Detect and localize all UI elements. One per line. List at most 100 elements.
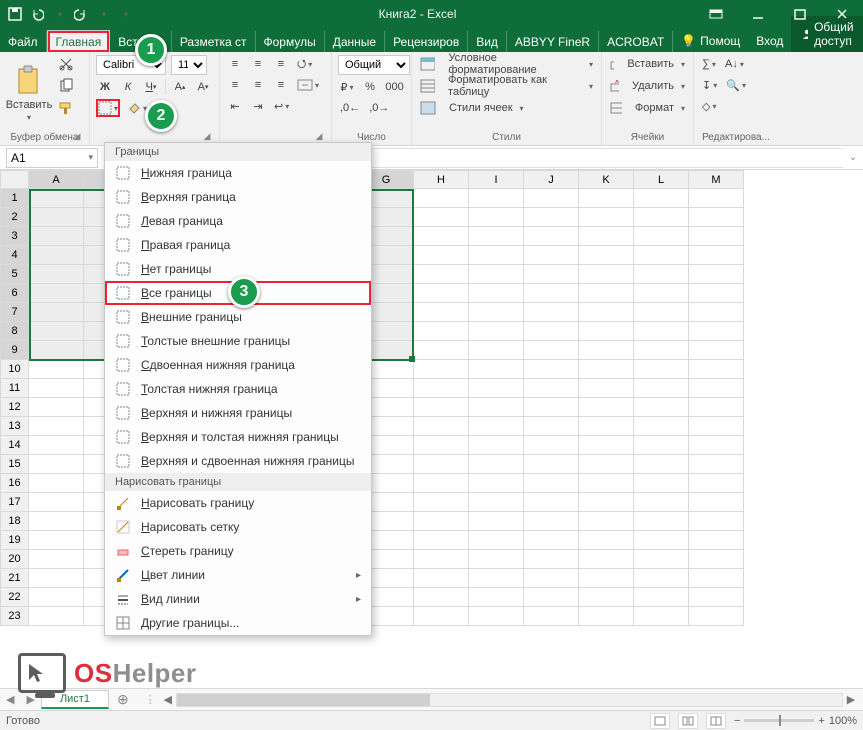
cell[interactable] xyxy=(414,341,469,360)
row-header[interactable]: 23 xyxy=(1,607,29,626)
cell[interactable] xyxy=(469,417,524,436)
menu-item[interactable]: Цвет линии▸ xyxy=(105,563,371,587)
cell[interactable] xyxy=(29,588,84,607)
align-right-icon[interactable]: ≡ xyxy=(272,76,290,94)
cell-styles-button[interactable]: Стили ячеек xyxy=(418,99,595,117)
cell[interactable] xyxy=(524,265,579,284)
row-header[interactable]: 7 xyxy=(1,303,29,322)
number-format-combo[interactable]: Общий xyxy=(338,55,410,75)
cell[interactable] xyxy=(634,512,689,531)
bold-button[interactable]: Ж xyxy=(96,78,114,96)
fill-button[interactable]: ↧ xyxy=(700,76,719,94)
cell[interactable] xyxy=(689,436,744,455)
row-header[interactable]: 6 xyxy=(1,284,29,303)
cell[interactable] xyxy=(524,303,579,322)
clipboard-dialog-icon[interactable]: ◢ xyxy=(71,131,83,143)
cell[interactable] xyxy=(469,303,524,322)
menu-item[interactable]: Верхняя граница xyxy=(105,185,371,209)
cell[interactable] xyxy=(29,322,84,341)
cell[interactable] xyxy=(634,208,689,227)
increase-decimal-icon[interactable]: ,0← xyxy=(338,99,362,117)
cell[interactable] xyxy=(414,588,469,607)
cell[interactable] xyxy=(469,284,524,303)
cell[interactable] xyxy=(414,360,469,379)
cell[interactable] xyxy=(689,246,744,265)
cell[interactable] xyxy=(29,531,84,550)
cell[interactable] xyxy=(29,265,84,284)
indent-increase-icon[interactable]: ⇥ xyxy=(249,97,267,115)
cell[interactable] xyxy=(469,474,524,493)
format-painter-icon[interactable] xyxy=(56,99,76,117)
menu-item[interactable]: Нарисовать границу xyxy=(105,491,371,515)
cell[interactable] xyxy=(634,550,689,569)
cell[interactable] xyxy=(524,436,579,455)
row-header[interactable]: 10 xyxy=(1,360,29,379)
find-button[interactable]: 🔍 xyxy=(724,76,748,94)
cell[interactable] xyxy=(524,246,579,265)
cell[interactable] xyxy=(469,531,524,550)
menu-item[interactable]: Толстая нижняя граница xyxy=(105,377,371,401)
hscroll-track[interactable] xyxy=(176,693,843,707)
cell[interactable] xyxy=(29,607,84,626)
view-normal-icon[interactable] xyxy=(650,713,670,729)
cell[interactable] xyxy=(29,550,84,569)
menu-item[interactable]: Левая граница xyxy=(105,209,371,233)
menu-item[interactable]: Сдвоенная нижняя граница xyxy=(105,353,371,377)
conditional-formatting-button[interactable]: Условное форматирование xyxy=(418,55,595,73)
cell[interactable] xyxy=(689,360,744,379)
redo-icon[interactable] xyxy=(74,7,88,21)
cell[interactable] xyxy=(29,569,84,588)
zoom-slider[interactable] xyxy=(744,719,814,722)
cell[interactable] xyxy=(29,512,84,531)
sheet-nav-prev-icon[interactable]: ◀ xyxy=(0,693,20,706)
col-header[interactable]: M xyxy=(689,171,744,189)
format-cells-button[interactable]: Формат xyxy=(608,99,687,117)
cell[interactable] xyxy=(524,398,579,417)
view-pagelayout-icon[interactable] xyxy=(678,713,698,729)
cell[interactable] xyxy=(469,189,524,208)
cell[interactable] xyxy=(414,512,469,531)
undo-icon[interactable] xyxy=(30,7,44,21)
currency-icon[interactable]: ₽ xyxy=(338,78,356,96)
cell[interactable] xyxy=(579,569,634,588)
cell[interactable] xyxy=(689,550,744,569)
menu-item[interactable]: Правая граница xyxy=(105,233,371,257)
cell[interactable] xyxy=(689,303,744,322)
cell[interactable] xyxy=(414,436,469,455)
cell[interactable] xyxy=(579,360,634,379)
merge-icon[interactable] xyxy=(295,76,321,94)
cell[interactable] xyxy=(524,493,579,512)
cell[interactable] xyxy=(579,417,634,436)
account-login[interactable]: Вход xyxy=(748,30,791,52)
orientation-icon[interactable]: ⭯ xyxy=(295,55,314,73)
cell[interactable] xyxy=(29,246,84,265)
row-header[interactable]: 5 xyxy=(1,265,29,284)
cell[interactable] xyxy=(469,512,524,531)
cell[interactable] xyxy=(414,455,469,474)
menu-item[interactable]: Толстые внешние границы xyxy=(105,329,371,353)
tell-me[interactable]: 💡 Помощ xyxy=(673,30,748,52)
cell[interactable] xyxy=(634,398,689,417)
cell[interactable] xyxy=(579,550,634,569)
hscroll-right-icon[interactable]: ▶ xyxy=(843,693,859,706)
cell[interactable] xyxy=(29,284,84,303)
cell[interactable] xyxy=(689,417,744,436)
cell[interactable] xyxy=(634,588,689,607)
cell[interactable] xyxy=(469,208,524,227)
menu-item[interactable]: Верхняя и нижняя границы xyxy=(105,401,371,425)
add-sheet-icon[interactable]: ⊕ xyxy=(109,691,137,708)
cell[interactable] xyxy=(414,322,469,341)
minimize-icon[interactable] xyxy=(737,0,779,28)
cell[interactable] xyxy=(579,341,634,360)
cell[interactable] xyxy=(469,246,524,265)
cell[interactable] xyxy=(634,227,689,246)
cell[interactable] xyxy=(634,531,689,550)
cell[interactable] xyxy=(689,512,744,531)
tab-view[interactable]: Вид xyxy=(468,31,507,52)
delete-cells-button[interactable]: × Удалить xyxy=(608,77,687,95)
row-header[interactable]: 16 xyxy=(1,474,29,493)
underline-button[interactable]: Ч▾ xyxy=(142,78,160,96)
cell[interactable] xyxy=(689,322,744,341)
cell[interactable] xyxy=(469,588,524,607)
cell[interactable] xyxy=(634,322,689,341)
